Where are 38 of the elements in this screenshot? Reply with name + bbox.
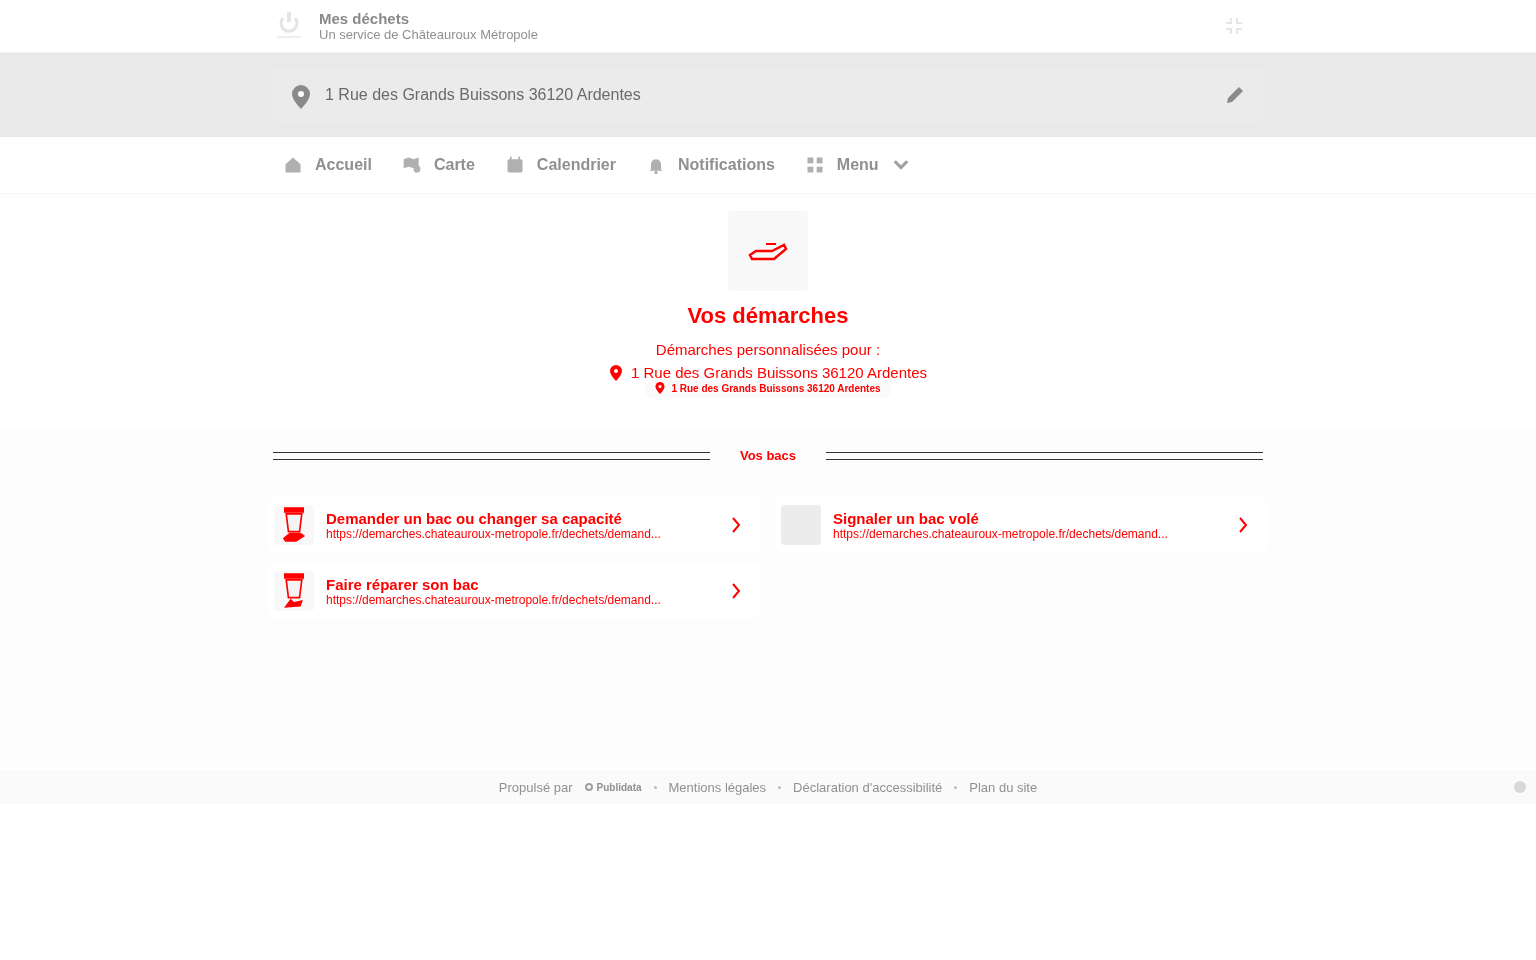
- page-title: Vos démarches: [687, 303, 849, 329]
- card-url: https://demarches.chateauroux-metropole.fr/dechets/demand...: [833, 526, 1169, 541]
- chevron-right-icon: [731, 582, 741, 600]
- app-title: Mes déchets: [319, 10, 411, 27]
- home-icon: [283, 155, 303, 175]
- card-url: https://demarches.chateauroux-metropole.fr/dechets/demand...: [326, 526, 662, 541]
- app-subtitle: Un service de Châteauroux Métropole: [319, 27, 539, 42]
- location-pin-icon: [655, 382, 666, 394]
- card-url: https://demarches.chateauroux-metropole.fr/dechets/demand...: [326, 592, 662, 607]
- edit-icon[interactable]: [1225, 85, 1245, 105]
- footer-link[interactable]: Déclaration d'accessibilité: [793, 779, 943, 795]
- chevron-right-icon: [1238, 516, 1248, 534]
- floating-button[interactable]: [1514, 781, 1526, 793]
- address-text: 1 Rue des Grands Buissons 36120 Ardentes: [631, 364, 927, 381]
- brand-link[interactable]: Publidata: [584, 781, 642, 793]
- nav-item[interactable]: Carte: [401, 155, 475, 175]
- powered-by-text: Propulsé par: [498, 779, 573, 795]
- nav-item[interactable]: Calendrier: [504, 155, 616, 175]
- chevron-right-icon: [731, 516, 741, 534]
- bin-wrench-icon: [274, 571, 314, 611]
- bin-hand-icon: [274, 505, 314, 545]
- card-title: Demander un bac ou changer sa capacité: [326, 509, 623, 527]
- footer-link[interactable]: Mentions légales: [668, 779, 767, 795]
- card-title: Faire réparer son bac: [326, 575, 480, 593]
- collapse-icon[interactable]: [1225, 17, 1243, 35]
- address-text: 1 Rue des Grands Buissons 36120 Ardentes: [325, 86, 642, 104]
- brand-icon: [584, 783, 593, 791]
- nav-item[interactable]: Accueil: [283, 155, 372, 175]
- location-pin-icon: [609, 364, 623, 381]
- nav-item[interactable]: Menu: [804, 155, 911, 175]
- nav-item[interactable]: Notifications: [645, 155, 775, 175]
- page-subtitle: Démarches personnalisées pour :: [655, 341, 881, 358]
- card-title: Signaler un bac volé: [833, 509, 980, 527]
- address-chip: 1 Rue des Grands Buissons 36120 Ardentes: [645, 381, 891, 398]
- footer-link[interactable]: Plan du site: [969, 779, 1038, 795]
- section-title: Vos bacs: [739, 448, 797, 463]
- map-icon: [401, 155, 422, 175]
- location-pin-icon: [291, 85, 311, 109]
